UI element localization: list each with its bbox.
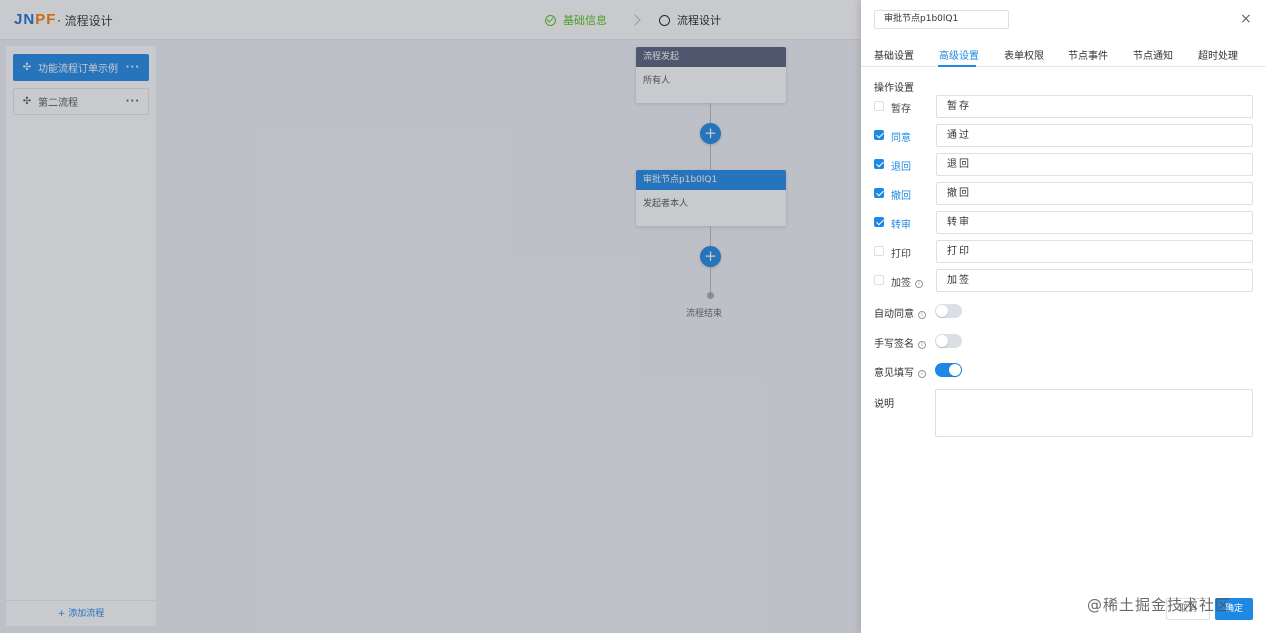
info-icon[interactable]: i bbox=[918, 341, 926, 349]
operation-checkbox[interactable] bbox=[874, 101, 884, 111]
description-textarea[interactable] bbox=[935, 389, 1253, 437]
operation-row-save-draft: 暂存 暂存 bbox=[874, 95, 1253, 118]
node-settings-drawer: 审批节点p1b0lQ1 × 基础设置 高级设置 表单权限 节点事件 节点通知 超… bbox=[861, 0, 1266, 633]
operation-label[interactable]: 打印 bbox=[891, 245, 911, 260]
operation-label[interactable]: 转审 bbox=[891, 216, 911, 231]
info-icon[interactable]: i bbox=[915, 280, 923, 288]
operation-label[interactable]: 同意 bbox=[891, 129, 911, 144]
operation-checkbox[interactable] bbox=[874, 130, 884, 140]
auto-approve-toggle[interactable] bbox=[935, 304, 962, 318]
tab-advanced-settings[interactable]: 高级设置 bbox=[939, 47, 979, 62]
watermark: @稀土掘金技术社区 bbox=[1087, 596, 1232, 614]
switch-label: 意见填写 i bbox=[874, 364, 926, 379]
switch-label: 自动同意 i bbox=[874, 305, 926, 320]
operation-label[interactable]: 撤回 bbox=[891, 187, 911, 202]
tab-form-permissions[interactable]: 表单权限 bbox=[1004, 47, 1044, 62]
modal-overlay[interactable] bbox=[0, 0, 861, 633]
opinion-required-toggle[interactable] bbox=[935, 363, 962, 377]
description-label: 说明 bbox=[874, 399, 894, 410]
operation-button-text-input[interactable]: 打印 bbox=[936, 240, 1253, 263]
info-icon[interactable]: i bbox=[918, 311, 926, 319]
node-name-input[interactable]: 审批节点p1b0lQ1 bbox=[874, 10, 1009, 29]
operation-button-text-input[interactable]: 转审 bbox=[936, 211, 1253, 234]
operation-row-approve: 同意 通过 bbox=[874, 124, 1253, 147]
handwritten-signature-toggle[interactable] bbox=[935, 334, 962, 348]
operation-label[interactable]: 加签 i bbox=[891, 274, 923, 289]
operation-row-return: 退回 退回 bbox=[874, 153, 1253, 176]
tab-timeout-handling[interactable]: 超时处理 bbox=[1198, 47, 1238, 62]
tab-node-events[interactable]: 节点事件 bbox=[1068, 47, 1108, 62]
operation-button-text-input[interactable]: 暂存 bbox=[936, 95, 1253, 118]
operation-button-text-input[interactable]: 撤回 bbox=[936, 182, 1253, 205]
settings-tabs: 基础设置 高级设置 表单权限 节点事件 节点通知 超时处理 bbox=[861, 40, 1266, 67]
operation-row-print: 打印 打印 bbox=[874, 240, 1253, 263]
operation-row-transfer: 转审 转审 bbox=[874, 211, 1253, 234]
operation-button-text-input[interactable]: 加签 bbox=[936, 269, 1253, 292]
operation-checkbox[interactable] bbox=[874, 217, 884, 227]
tab-node-notifications[interactable]: 节点通知 bbox=[1133, 47, 1173, 62]
operation-label[interactable]: 暂存 bbox=[891, 100, 911, 115]
operation-checkbox[interactable] bbox=[874, 159, 884, 169]
tab-active-indicator bbox=[938, 65, 976, 67]
operation-button-text-input[interactable]: 退回 bbox=[936, 153, 1253, 176]
operation-label[interactable]: 退回 bbox=[891, 158, 911, 173]
operation-row-add-signer: 加签 i 加签 bbox=[874, 269, 1253, 292]
operation-checkbox[interactable] bbox=[874, 188, 884, 198]
operation-checkbox[interactable] bbox=[874, 246, 884, 256]
operation-checkbox[interactable] bbox=[874, 275, 884, 285]
close-icon[interactable]: × bbox=[1240, 12, 1252, 26]
operation-button-text-input[interactable]: 通过 bbox=[936, 124, 1253, 147]
operation-row-withdraw: 撤回 撤回 bbox=[874, 182, 1253, 205]
info-icon[interactable]: i bbox=[918, 370, 926, 378]
tab-basic-settings[interactable]: 基础设置 bbox=[874, 47, 914, 62]
switch-label: 手写签名 i bbox=[874, 335, 926, 350]
operations-section-title: 操作设置 bbox=[874, 83, 914, 94]
